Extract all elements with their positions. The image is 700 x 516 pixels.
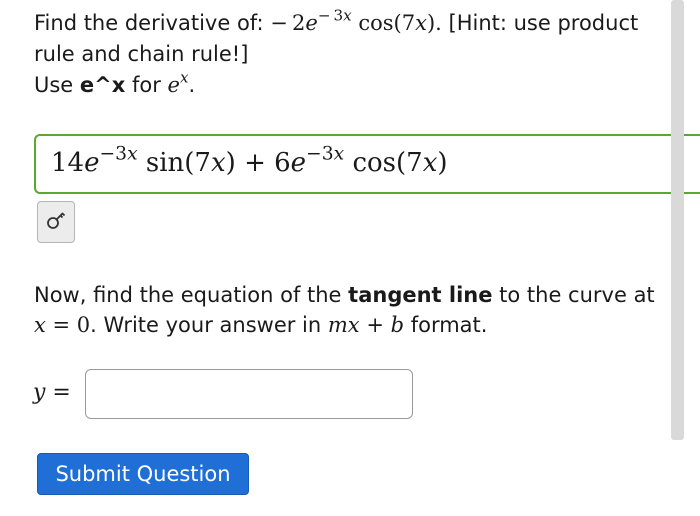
use-mid: for	[125, 73, 168, 97]
fn-exp-num: 3	[333, 6, 344, 25]
fn-exp-var: x	[343, 6, 352, 25]
key-icon	[45, 209, 67, 235]
ans-sin: sin(7	[137, 148, 211, 178]
use-end: .	[188, 73, 196, 97]
question-line-1: Find the derivative of: − 2e− 3x cos(7x)…	[34, 8, 674, 39]
submit-question-button[interactable]: Submit Question	[37, 453, 249, 495]
fu-t2: to the curve at	[492, 283, 655, 307]
use-prefix: Use	[34, 73, 80, 97]
use-e: e	[167, 73, 180, 97]
fu-x: x	[34, 313, 46, 337]
ans-exp1: −3x	[99, 143, 137, 164]
tangent-line-1: Now, find the equation of the tangent li…	[34, 280, 674, 310]
ans-exp2: −3x	[306, 143, 344, 164]
fn-exp-minus: −	[317, 6, 331, 25]
fu-bold: tangent line	[348, 283, 493, 307]
fu-m: m	[327, 313, 348, 337]
tangent-answer-input[interactable]	[85, 369, 413, 419]
ans-exp2-var: x	[333, 143, 345, 165]
question-line-2: rule and chain rule!]	[34, 42, 249, 66]
question-line-3: Use e^x for ex.	[34, 70, 674, 101]
hint-text: [Hint: use product	[441, 11, 639, 35]
tangent-question-text: Now, find the equation of the tangent li…	[34, 280, 674, 340]
fn-close: ).	[426, 11, 442, 35]
scrollbar[interactable]	[671, 0, 684, 440]
ans-var1: x	[210, 148, 226, 178]
fn-coef: 2	[292, 11, 306, 35]
ans-exp1-var: x	[127, 143, 138, 165]
ans-end: )	[437, 148, 448, 178]
fn-exponent: − 3x	[318, 7, 352, 25]
function-expression: − 2e− 3x cos(7x).	[270, 8, 442, 35]
derivative-answer-expression: 14e−3x sin(7x) + 6e−3x cos(7x)	[51, 145, 448, 178]
tangent-line-2: x = 0. Write your answer in mx + b forma…	[34, 310, 674, 340]
ans-exp1-num: −3	[99, 143, 128, 165]
derivative-answer-field[interactable]: 14e−3x sin(7x) + 6e−3x cos(7x)	[34, 134, 700, 194]
y-equals-label: y =	[33, 380, 71, 405]
use-sup: x	[179, 68, 189, 87]
y-var: y	[33, 380, 46, 405]
question-text: Find the derivative of: − 2e− 3x cos(7x)…	[34, 8, 674, 101]
preview-button[interactable]	[37, 201, 75, 243]
ans-var2: x	[422, 148, 438, 178]
fn-cos: cos(7	[351, 11, 416, 35]
fu-plus: +	[359, 313, 391, 337]
ans-e2: e	[290, 148, 307, 178]
fn-var: x	[415, 11, 427, 35]
fu-t4: format.	[404, 313, 488, 337]
question-prefix: Find the derivative of:	[34, 11, 271, 35]
fu-x2: x	[347, 313, 360, 337]
fu-t1: Now, find the equation of the	[34, 283, 349, 307]
ans-mid: ) + 6	[225, 148, 291, 178]
fu-b: b	[390, 313, 405, 337]
ans-exp2-num: −3	[306, 143, 334, 165]
fu-eq: = 0	[45, 313, 91, 337]
ans-c1: 14	[51, 148, 85, 178]
ans-e1: e	[84, 148, 100, 178]
fn-e: e	[305, 11, 318, 35]
use-syntax: e^x	[79, 73, 126, 97]
ans-cos: cos(7	[344, 148, 423, 178]
fu-t3: . Write your answer in	[90, 313, 328, 337]
y-eq: =	[45, 380, 71, 405]
fn-neg: −	[270, 11, 288, 35]
